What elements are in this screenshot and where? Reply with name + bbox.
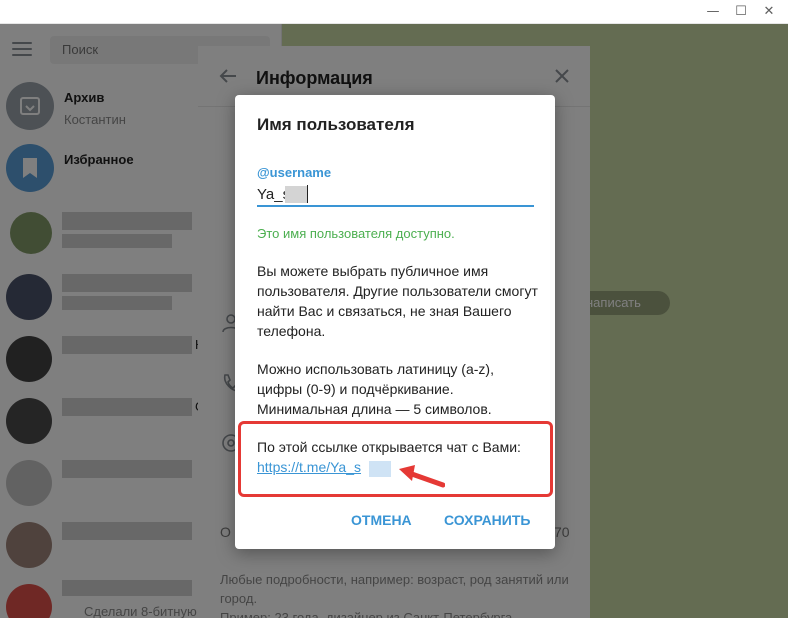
maximize-icon[interactable]: ☐: [730, 2, 752, 22]
cancel-button[interactable]: ОТМЕНА: [351, 512, 412, 528]
link-caption: По этой ссылке открывается чат с Вами:: [257, 439, 521, 455]
minimize-icon[interactable]: —: [702, 2, 724, 22]
availability-status: Это имя пользователя доступно.: [257, 226, 455, 241]
profile-link[interactable]: https://t.me/Ya_s: [257, 459, 361, 475]
username-field-label: @username: [257, 165, 332, 180]
rules-text: Можно использовать латиницу (a-z), цифры…: [257, 361, 494, 417]
red-arrow-icon: [399, 465, 445, 488]
username-dialog: Имя пользователя @username Это имя польз…: [235, 95, 555, 549]
window-titlebar: — ☐ ✕: [0, 0, 788, 24]
save-button[interactable]: СОХРАНИТЬ: [444, 512, 530, 528]
description-text: Вы можете выбрать публичное имя пользова…: [257, 263, 538, 339]
redacted-mask: [369, 461, 391, 477]
redacted-mask: [285, 186, 307, 203]
dialog-title: Имя пользователя: [257, 115, 415, 134]
window-close-icon[interactable]: ✕: [758, 2, 780, 22]
text-caret: [307, 185, 308, 203]
